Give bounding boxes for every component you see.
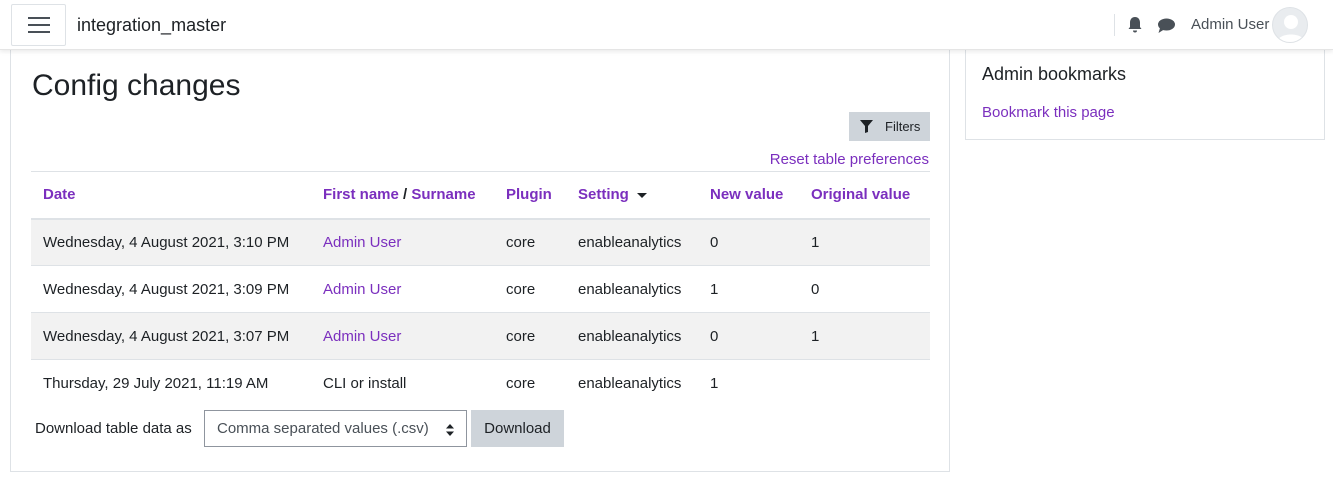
cell-user: Admin User: [311, 312, 494, 360]
download-format-value: Comma separated values (.csv): [217, 420, 429, 437]
cell-setting: enableanalytics: [578, 374, 682, 392]
table-row: Wednesday, 4 August 2021, 3:07 PM Admin …: [31, 312, 930, 360]
header-setting[interactable]: Setting: [566, 171, 698, 220]
table-header-row: Date First name / Surname Plugin Setting…: [31, 171, 930, 220]
cell-new-value: 0: [698, 218, 799, 266]
main-content-card: Config changes Filters Reset table prefe…: [10, 40, 950, 472]
filter-funnel-icon: [860, 120, 873, 133]
menu-toggle-button[interactable]: [11, 4, 66, 46]
header-new-value[interactable]: New value: [698, 171, 799, 220]
select-updown-icon: [446, 424, 454, 436]
cell-plugin: core: [494, 218, 566, 266]
filters-button[interactable]: Filters: [849, 112, 930, 141]
download-label: Download table data as: [35, 420, 192, 437]
cell-new-value: 1: [710, 374, 719, 392]
cell-date: Wednesday, 4 August 2021, 3:10 PM: [31, 218, 311, 266]
cell-new-value: 0: [698, 312, 799, 360]
admin-bookmarks-block: Admin bookmarks Bookmark this page: [965, 40, 1325, 140]
bookmarks-title: Admin bookmarks: [982, 64, 1127, 84]
table-row: Wednesday, 4 August 2021, 3:10 PM Admin …: [31, 218, 930, 266]
user-profile-link[interactable]: Admin User: [323, 328, 401, 345]
sort-descending-icon: [636, 192, 647, 198]
cell-original-value: 1: [799, 218, 930, 266]
config-changes-table: Date First name / Surname Plugin Setting…: [31, 171, 930, 407]
header-surname-link[interactable]: Surname: [411, 186, 475, 203]
reset-table-preferences-link[interactable]: Reset table preferences: [770, 151, 929, 168]
header-original-value-label[interactable]: Original value: [811, 186, 910, 203]
menu-icon-bar: [28, 17, 50, 19]
menu-icon-bar: [28, 24, 50, 26]
menu-icon-bar: [28, 31, 50, 33]
header-date[interactable]: Date: [31, 171, 311, 220]
cell-user: Admin User: [311, 265, 494, 313]
user-avatar[interactable]: [1272, 7, 1308, 43]
header-plugin[interactable]: Plugin: [494, 171, 566, 220]
cell-date: Wednesday, 4 August 2021, 3:07 PM: [31, 312, 311, 360]
chat-icon[interactable]: [1157, 17, 1176, 34]
cell-date: Thursday, 29 July 2021, 11:19 AM: [43, 374, 269, 392]
cell-plugin: core: [494, 265, 566, 313]
header-date-label[interactable]: Date: [43, 186, 76, 203]
user-menu-name[interactable]: Admin User: [1191, 16, 1269, 33]
user-profile-link[interactable]: Admin User: [323, 234, 401, 251]
cell-setting: enableanalytics: [566, 265, 698, 313]
cell-original-value: 0: [799, 265, 930, 313]
download-format-select[interactable]: Comma separated values (.csv): [204, 410, 467, 447]
header-setting-label[interactable]: Setting: [578, 186, 629, 203]
bookmark-this-page-link[interactable]: Bookmark this page: [982, 104, 1115, 121]
header-separator: /: [403, 186, 408, 204]
header-first-name-link[interactable]: First name: [323, 186, 399, 203]
cell-setting: enableanalytics: [566, 312, 698, 360]
site-name-link[interactable]: integration_master: [77, 15, 226, 36]
cell-original-value: 1: [799, 312, 930, 360]
cell-original-value: [799, 360, 930, 407]
cell-setting: enableanalytics: [566, 218, 698, 266]
cell-new-value: 1: [698, 265, 799, 313]
cell-plugin: core: [506, 374, 536, 392]
bell-icon[interactable]: [1127, 16, 1143, 34]
cell-user: CLI or install: [323, 374, 407, 392]
header-new-value-label[interactable]: New value: [710, 186, 783, 203]
filters-button-label: Filters: [885, 119, 921, 134]
header-plugin-label[interactable]: Plugin: [506, 186, 552, 203]
cell-user: Admin User: [311, 218, 494, 266]
table-row: Thursday, 29 July 2021, 11:19 AM CLI or …: [31, 360, 930, 407]
top-navbar: integration_master Admin User: [0, 0, 1333, 50]
download-button[interactable]: Download: [471, 410, 564, 447]
nav-divider: [1114, 14, 1115, 36]
header-original-value[interactable]: Original value: [799, 171, 930, 220]
header-name: First name / Surname: [311, 171, 494, 220]
user-profile-link[interactable]: Admin User: [323, 281, 401, 298]
table-row: Wednesday, 4 August 2021, 3:09 PM Admin …: [31, 265, 930, 313]
user-avatar-icon: [1277, 15, 1305, 42]
page-title: Config changes: [32, 69, 241, 102]
cell-date: Wednesday, 4 August 2021, 3:09 PM: [31, 265, 311, 313]
cell-plugin: core: [494, 312, 566, 360]
